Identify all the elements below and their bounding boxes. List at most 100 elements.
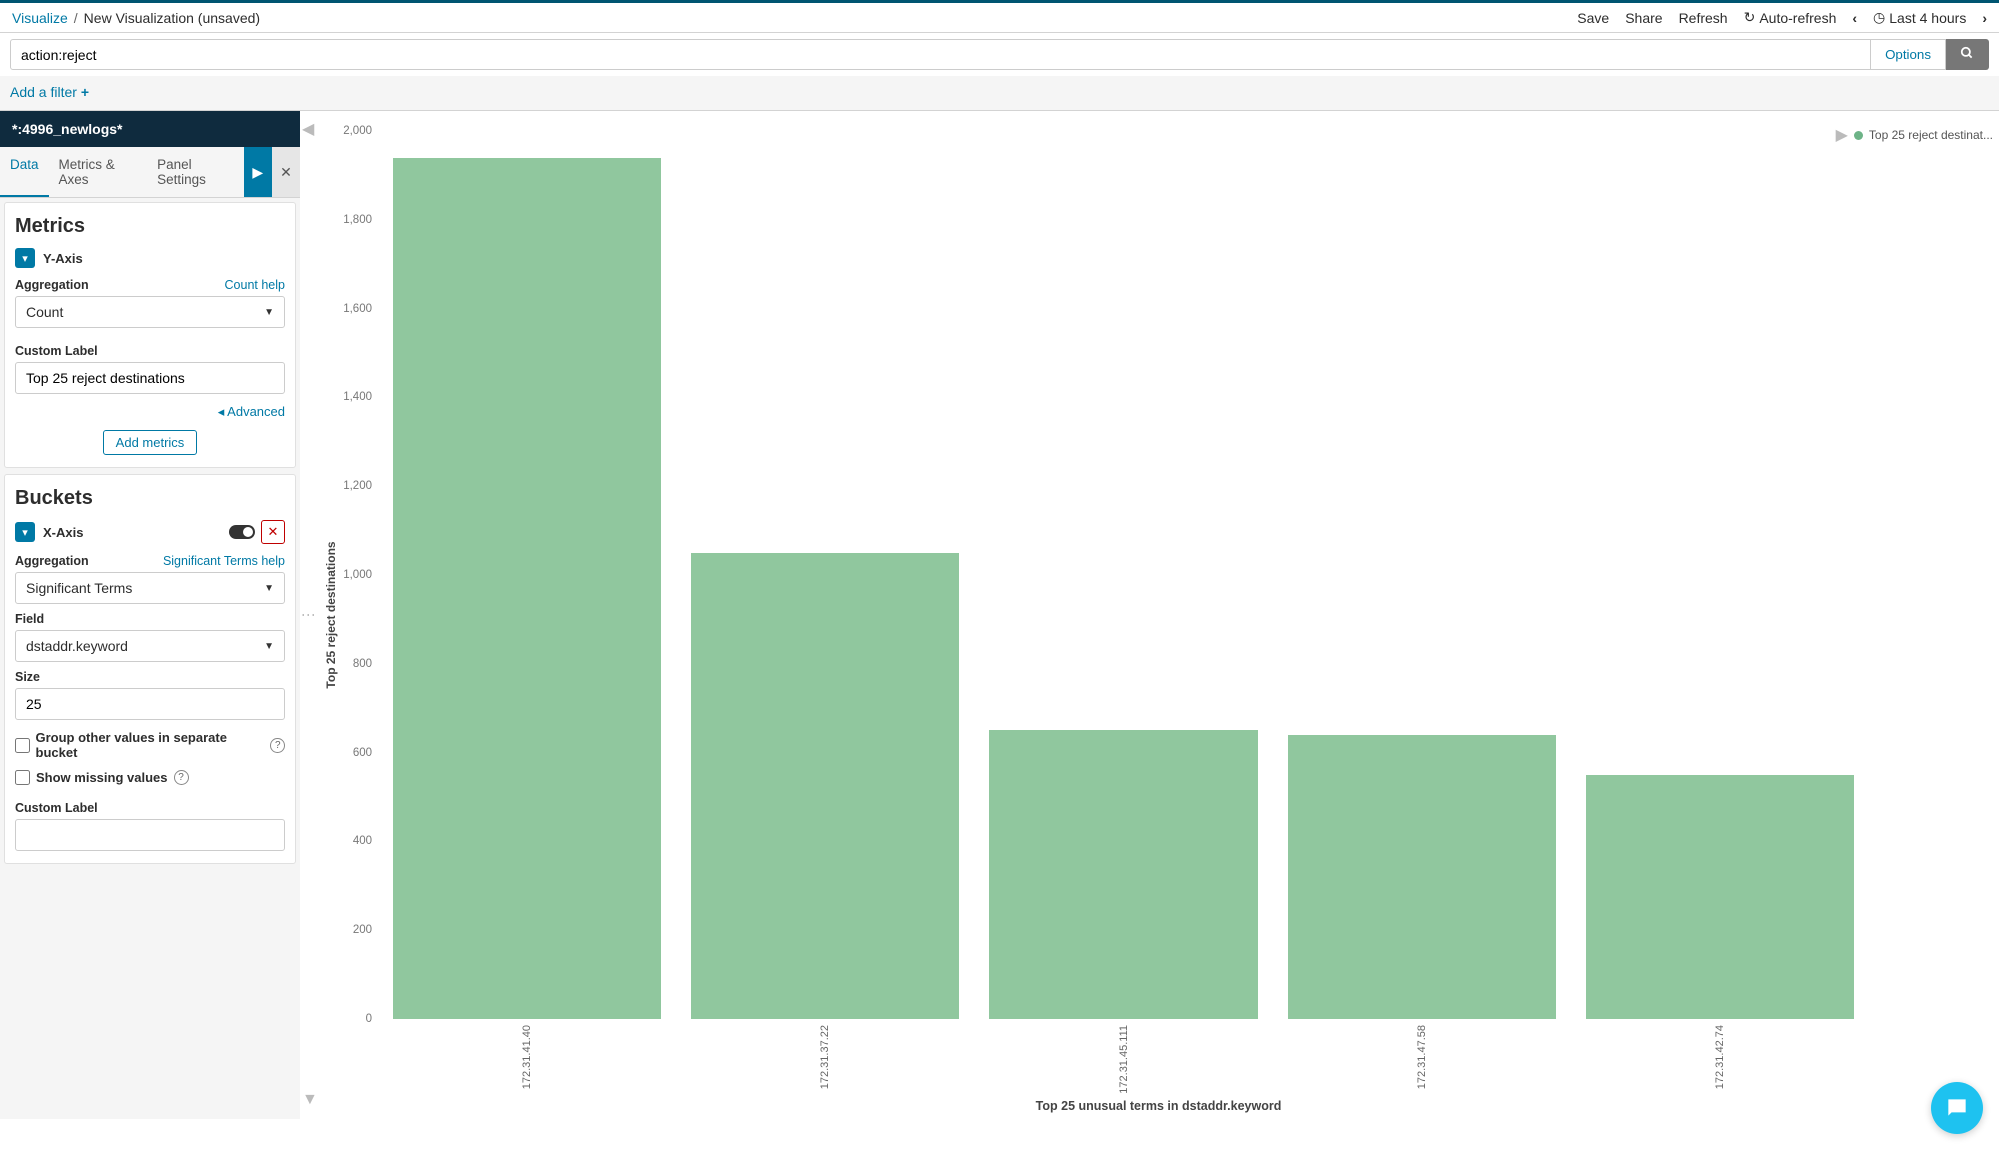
group-other-checkbox[interactable] (15, 738, 30, 753)
chevron-down-icon: ▼ (264, 307, 274, 318)
y-axis-label: Y-Axis (43, 251, 83, 266)
x-axis-title: Top 25 unusual terms in dstaddr.keyword (1036, 1099, 1282, 1113)
y-tick: 1,600 (330, 303, 372, 315)
y-tick: 1,200 (330, 480, 372, 492)
chevron-down-icon[interactable]: ▾ (15, 522, 35, 542)
add-metrics-button[interactable]: Add metrics (103, 430, 198, 455)
time-prev-button[interactable]: ‹ (1852, 10, 1857, 26)
bucket-aggregation-value: Significant Terms (26, 580, 132, 596)
refresh-button[interactable]: Refresh (1679, 10, 1728, 26)
aggregation-select[interactable]: Count ▼ (15, 296, 285, 328)
auto-refresh-label: Auto-refresh (1759, 10, 1836, 26)
x-tick: 172.31.41.40 (521, 1025, 533, 1089)
x-tick: 172.31.37.22 (819, 1025, 831, 1089)
clock-icon: ◷ (1873, 9, 1885, 26)
search-button[interactable] (1946, 39, 1989, 70)
breadcrumb-root[interactable]: Visualize (12, 10, 68, 26)
field-value: dstaddr.keyword (26, 638, 128, 654)
help-icon[interactable]: ? (174, 770, 189, 785)
y-tick: 2,000 (330, 125, 372, 137)
discard-changes-button[interactable]: ✕ (272, 147, 300, 197)
breadcrumb-bar: Visualize / New Visualization (unsaved) … (0, 3, 1999, 33)
y-tick: 1,000 (330, 569, 372, 581)
bucket-custom-label-input[interactable] (15, 819, 285, 851)
aggregation-label: Aggregation (15, 278, 89, 292)
breadcrumb-current: New Visualization (unsaved) (84, 10, 260, 26)
remove-bucket-button[interactable]: ✕ (261, 520, 285, 544)
tab-metrics-axes[interactable]: Metrics & Axes (49, 147, 148, 197)
auto-refresh-button[interactable]: ↻ Auto-refresh (1744, 9, 1837, 26)
y-tick: 400 (330, 835, 372, 847)
chart-area: ▶ Top 25 reject destinat... Top 25 rejec… (318, 111, 1999, 1119)
apply-changes-button[interactable]: ▶ (244, 147, 272, 197)
collapse-sidebar-button[interactable]: ◀ (302, 119, 314, 139)
chevron-left-icon: ◂ (218, 404, 225, 419)
chart-bar[interactable] (1288, 735, 1556, 1019)
index-pattern-header[interactable]: *:4996_newlogs* (0, 111, 300, 147)
time-range-label: Last 4 hours (1889, 10, 1966, 26)
chart-bar[interactable] (393, 158, 661, 1019)
expand-down-button[interactable]: ▼ (302, 1091, 318, 1109)
advanced-toggle[interactable]: ◂ Advanced (15, 404, 285, 420)
group-other-label: Group other values in separate bucket (36, 730, 265, 760)
tab-panel-settings[interactable]: Panel Settings (147, 147, 244, 197)
breadcrumb-separator: / (74, 10, 78, 26)
y-tick: 600 (330, 747, 372, 759)
aggregation-value: Count (26, 304, 63, 320)
chevron-down-icon: ▼ (264, 583, 274, 594)
x-axis-label: X-Axis (43, 525, 83, 540)
plus-icon: + (81, 84, 89, 100)
sig-terms-help-link[interactable]: Significant Terms help (163, 554, 285, 568)
chart-bar[interactable] (1586, 775, 1854, 1019)
chart-bar[interactable] (989, 730, 1257, 1019)
chart-bar[interactable] (691, 553, 959, 1019)
custom-label-label: Custom Label (15, 344, 98, 358)
y-tick: 1,800 (330, 214, 372, 226)
y-tick: 0 (330, 1013, 372, 1025)
options-button[interactable]: Options (1871, 39, 1946, 70)
time-range-button[interactable]: ◷ Last 4 hours (1873, 9, 1966, 26)
y-tick: 800 (330, 658, 372, 670)
count-help-link[interactable]: Count help (225, 278, 285, 292)
y-tick: 1,400 (330, 391, 372, 403)
add-filter-button[interactable]: Add a filter + (10, 84, 89, 100)
chart-plot[interactable]: 02004006008001,0001,2001,4001,6001,8002,… (378, 131, 1869, 1019)
sidebar-tabs: Data Metrics & Axes Panel Settings ▶ ✕ (0, 147, 300, 198)
size-input[interactable] (15, 688, 285, 720)
search-icon (1960, 46, 1974, 60)
chevron-down-icon[interactable]: ▾ (15, 248, 35, 268)
metrics-title: Metrics (15, 215, 285, 238)
resize-handle[interactable]: ⋮ (301, 608, 317, 622)
search-row: Options (0, 33, 1999, 76)
buckets-panel: Buckets ▾ X-Axis ✕ Aggregation Significa… (4, 474, 296, 864)
advanced-label: Advanced (227, 404, 285, 419)
collapse-gutter: ◀ ⋮ ▼ (300, 111, 318, 1119)
bucket-custom-label-label: Custom Label (15, 801, 98, 815)
add-filter-label: Add a filter (10, 84, 77, 100)
chat-icon (1944, 1095, 1970, 1121)
legend-series-label[interactable]: Top 25 reject destinat... (1869, 128, 1993, 142)
bucket-aggregation-label: Aggregation (15, 554, 89, 568)
metrics-panel: Metrics ▾ Y-Axis Aggregation Count help … (4, 202, 296, 468)
search-input[interactable] (10, 39, 1871, 70)
close-icon: ✕ (268, 524, 279, 540)
metrics-custom-label-input[interactable] (15, 362, 285, 394)
chevron-down-icon: ▼ (264, 641, 274, 652)
save-button[interactable]: Save (1577, 10, 1609, 26)
bucket-aggregation-select[interactable]: Significant Terms ▼ (15, 572, 285, 604)
tab-data[interactable]: Data (0, 147, 49, 197)
show-missing-checkbox[interactable] (15, 770, 30, 785)
buckets-title: Buckets (15, 487, 285, 510)
field-select[interactable]: dstaddr.keyword ▼ (15, 630, 285, 662)
chat-fab[interactable] (1931, 1082, 1983, 1134)
refresh-icon: ↻ (1744, 9, 1756, 26)
time-next-button[interactable]: › (1982, 10, 1987, 26)
share-button[interactable]: Share (1625, 10, 1662, 26)
close-icon: ✕ (280, 164, 292, 181)
field-label: Field (15, 612, 44, 626)
bucket-enable-toggle[interactable] (229, 525, 255, 539)
filter-bar: Add a filter + (0, 76, 1999, 111)
help-icon[interactable]: ? (270, 738, 285, 753)
show-missing-label: Show missing values (36, 770, 168, 785)
x-tick: 172.31.47.58 (1416, 1025, 1428, 1089)
